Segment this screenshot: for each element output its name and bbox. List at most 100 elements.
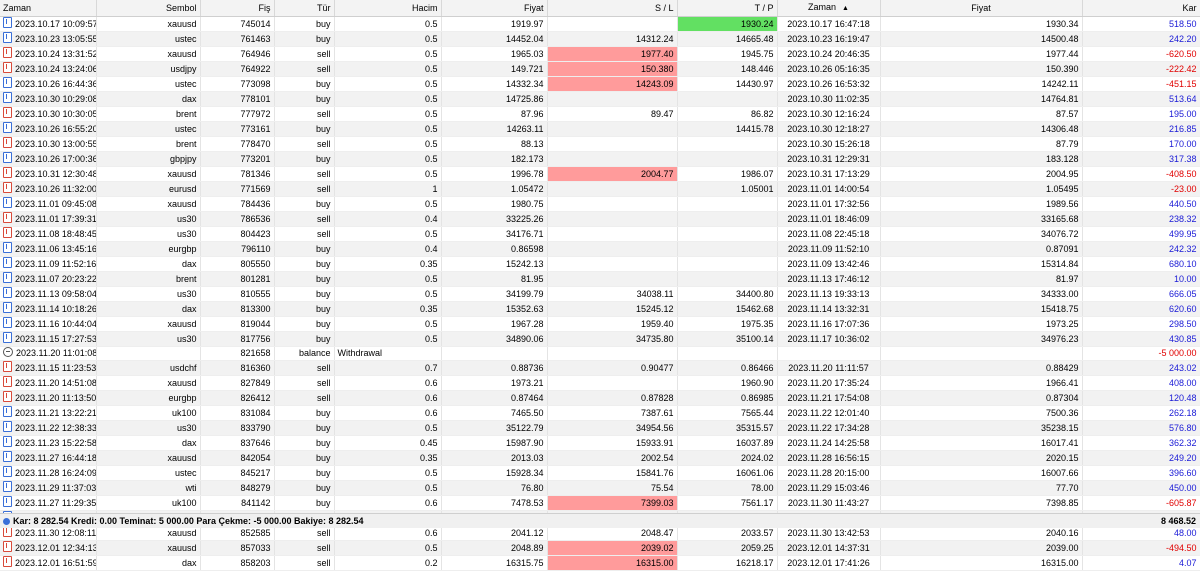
cell-sl: 2002.54 bbox=[547, 450, 678, 466]
table-row[interactable]: 2023.11.15 17:27:53 us30 817756 buy 0.5 34890… bbox=[0, 331, 1200, 347]
account-summary-bar: Kar: 8 282.54 Kredi: 0.00 Teminat: 5 000… bbox=[0, 513, 1200, 528]
cell-open-time: 2023.11.15 11:23:53 bbox=[0, 360, 97, 376]
cell-sl bbox=[547, 226, 678, 242]
cell-tp: 2059.25 bbox=[677, 540, 778, 556]
table-row[interactable]: 2023.11.28 16:24:09 ustec 845217 buy 0.5 1592… bbox=[0, 465, 1200, 481]
table-row[interactable]: 2023.11.06 13:45:16 eurgbp 796110 buy 0.4 0.8… bbox=[0, 241, 1200, 257]
cell-tp: 16218.17 bbox=[677, 555, 778, 571]
buy-deal-icon bbox=[3, 32, 12, 43]
table-row[interactable]: 2023.12.01 16:51:59 dax 858203 sell 0.2 16315… bbox=[0, 555, 1200, 571]
cell-open-price: 0.87464 bbox=[441, 390, 548, 406]
cell-open-time: 2023.11.13 09:58:04 bbox=[0, 286, 97, 302]
cell-sl: 14312.24 bbox=[547, 31, 678, 47]
table-row[interactable]: 2023.11.21 13:22:21 uk100 831084 buy 0.6 7465… bbox=[0, 405, 1200, 421]
table-row[interactable]: 2023.10.26 16:55:20 ustec 773161 buy 0.5 1426… bbox=[0, 121, 1200, 137]
cell-volume: 0.6 bbox=[334, 495, 442, 511]
table-row[interactable]: 2023.10.26 17:00:36 gbpjpy 773201 buy 0.5 182… bbox=[0, 151, 1200, 167]
table-row[interactable]: 2023.11.14 10:18:26 dax 813300 buy 0.35 15352… bbox=[0, 301, 1200, 317]
table-row[interactable]: 2023.10.26 11:32:00 eurusd 771569 sell 1 1.05… bbox=[0, 181, 1200, 197]
col-header-profit[interactable]: Kar bbox=[1082, 0, 1200, 17]
cell-profit: 242.32 bbox=[1082, 241, 1200, 257]
table-row[interactable]: 2023.11.08 18:48:45 us30 804423 sell 0.5 3417… bbox=[0, 226, 1200, 242]
cell-type: buy bbox=[274, 316, 335, 332]
table-row[interactable]: 2023.11.09 11:52:16 dax 805550 buy 0.35 15242… bbox=[0, 256, 1200, 272]
table-row[interactable]: 2023.11.15 11:23:53 usdchf 816360 sell 0.7 0.… bbox=[0, 360, 1200, 376]
table-row[interactable]: 2023.11.22 12:38:33 us30 833790 buy 0.5 35122… bbox=[0, 420, 1200, 436]
cell-close-time: 2023.10.30 12:18:27 bbox=[777, 121, 881, 137]
table-row[interactable]: 2023.10.26 16:44:36 ustec 773098 buy 0.5 1433… bbox=[0, 76, 1200, 92]
cell-tp: 14415.78 bbox=[677, 121, 778, 137]
sell-deal-icon bbox=[3, 361, 12, 372]
cell-open-time: 2023.11.27 16:44:18 bbox=[0, 450, 97, 466]
cell-volume: 0.5 bbox=[334, 540, 442, 556]
table-row[interactable]: 2023.10.31 12:30:48 xauusd 781346 sell 0.5 19… bbox=[0, 166, 1200, 182]
cell-close-price: 14242.11 bbox=[880, 76, 1083, 92]
table-row[interactable]: 2023.10.23 13:05:55 ustec 761463 buy 0.5 1445… bbox=[0, 31, 1200, 47]
table-row[interactable]: 2023.10.24 13:31:52 xauusd 764946 sell 0.5 19… bbox=[0, 46, 1200, 62]
col-header-close-price[interactable]: Fiyat bbox=[880, 0, 1083, 17]
table-row[interactable]: 2023.11.29 11:37:03 wti 848279 buy 0.5 76.80 7… bbox=[0, 480, 1200, 496]
cell-profit: 362.32 bbox=[1082, 435, 1200, 451]
cell-open-price: 35122.79 bbox=[441, 420, 548, 436]
table-row[interactable]: 2023.11.20 14:51:08 xauusd 827849 sell 0.6 19… bbox=[0, 375, 1200, 391]
cell-open-time: 2023.11.07 20:23:22 bbox=[0, 271, 97, 287]
col-header-type[interactable]: Tür bbox=[274, 0, 335, 17]
col-header-open-time[interactable]: Zaman bbox=[0, 0, 97, 17]
cell-open-time: 2023.11.23 15:22:58 bbox=[0, 435, 97, 451]
table-row[interactable]: 2023.10.30 10:30:05 brent 777972 sell 0.5 87.… bbox=[0, 106, 1200, 122]
col-header-close-time[interactable]: Zaman ▲ bbox=[777, 0, 881, 17]
table-row[interactable]: 2023.11.20 11:13:50 eurgbp 826412 sell 0.6 0.… bbox=[0, 390, 1200, 406]
cell-profit: -222.42 bbox=[1082, 61, 1200, 77]
cell-open-price: 34890.06 bbox=[441, 331, 548, 347]
table-row[interactable]: 2023.11.01 09:45:08 xauusd 784436 buy 0.5 198… bbox=[0, 196, 1200, 212]
cell-symbol: xauusd bbox=[96, 450, 201, 466]
col-header-sl[interactable]: S / L bbox=[547, 0, 678, 17]
cell-open-time: 2023.10.23 13:05:55 bbox=[0, 31, 97, 47]
table-row[interactable]: 2023.11.27 11:29:35 uk100 841142 buy 0.6 7478… bbox=[0, 495, 1200, 511]
cell-ticket: 841142 bbox=[200, 495, 275, 511]
table-row[interactable]: 2023.12.01 12:34:13 xauusd 857033 sell 0.5 20… bbox=[0, 540, 1200, 556]
cell-close-price: 14500.48 bbox=[880, 31, 1083, 47]
cell-open-time: 2023.11.06 13:45:16 bbox=[0, 241, 97, 257]
table-row[interactable]: 2023.10.24 13:24:06 usdjpy 764922 sell 0.5 14… bbox=[0, 61, 1200, 77]
summary-icon bbox=[3, 518, 10, 525]
cell-close-price: 1966.41 bbox=[880, 375, 1083, 391]
cell-sl: 0.90477 bbox=[547, 360, 678, 376]
col-header-volume[interactable]: Hacim bbox=[334, 0, 442, 17]
cell-profit: 120.48 bbox=[1082, 390, 1200, 406]
cell-close-time: 2023.10.30 11:02:35 bbox=[777, 91, 881, 107]
cell-open-price: 7478.53 bbox=[441, 495, 548, 511]
cell-volume: 0.5 bbox=[334, 106, 442, 122]
summary-text: Kar: 8 282.54 Kredi: 0.00 Teminat: 5 000… bbox=[13, 516, 364, 526]
cell-volume: 0.5 bbox=[334, 420, 442, 436]
sell-deal-icon bbox=[3, 182, 12, 193]
table-row[interactable]: 2023.10.30 10:29:08 dax 778101 buy 0.5 14725.… bbox=[0, 91, 1200, 107]
table-row[interactable]: 2023.10.30 13:00:55 brent 778470 sell 0.5 88.… bbox=[0, 136, 1200, 152]
table-row[interactable]: 2023.11.16 10:44:04 xauusd 819044 buy 0.5 196… bbox=[0, 316, 1200, 332]
cell-type: buy bbox=[274, 495, 335, 511]
table-row[interactable]: 2023.10.17 10:09:57 xauusd 745014 buy 0.5 191… bbox=[0, 16, 1200, 32]
cell-ticket: 796110 bbox=[200, 241, 275, 257]
col-header-ticket[interactable]: Fiş bbox=[200, 0, 275, 17]
cell-open-price: 15928.34 bbox=[441, 465, 548, 481]
cell-profit: 216.85 bbox=[1082, 121, 1200, 137]
cell-volume: 0.5 bbox=[334, 480, 442, 496]
table-row[interactable]: 2023.11.07 20:23:22 brent 801281 buy 0.5 81.9… bbox=[0, 271, 1200, 287]
table-row[interactable]: 2023.11.13 09:58:04 us30 810555 buy 0.5 34199… bbox=[0, 286, 1200, 302]
col-header-tp[interactable]: T / P bbox=[677, 0, 778, 17]
cell-volume: 0.5 bbox=[334, 331, 442, 347]
sort-ascending-icon: ▲ bbox=[842, 5, 849, 12]
cell-type: buy bbox=[274, 271, 335, 287]
cell-close-price: 16007.66 bbox=[880, 465, 1083, 481]
cell-close-time: 2023.11.21 17:54:08 bbox=[777, 390, 881, 406]
col-header-symbol[interactable]: Sembol bbox=[96, 0, 201, 17]
col-header-open-price[interactable]: Fiyat bbox=[441, 0, 548, 17]
cell-close-price: 2039.00 bbox=[880, 540, 1083, 556]
cell-type: buy bbox=[274, 31, 335, 47]
cell-open-price: 1967.28 bbox=[441, 316, 548, 332]
table-row[interactable]: 2023.11.27 16:44:18 xauusd 842054 buy 0.35 20… bbox=[0, 450, 1200, 466]
cell-symbol: ustec bbox=[96, 76, 201, 92]
table-row[interactable]: 2023.11.23 15:22:58 dax 837646 buy 0.45 15987… bbox=[0, 435, 1200, 451]
table-row[interactable]: 2023.11.20 11:01:08 821658 balance Withdraw… bbox=[0, 346, 1200, 361]
table-row[interactable]: 2023.11.01 17:39:31 us30 786536 sell 0.4 3322… bbox=[0, 211, 1200, 227]
